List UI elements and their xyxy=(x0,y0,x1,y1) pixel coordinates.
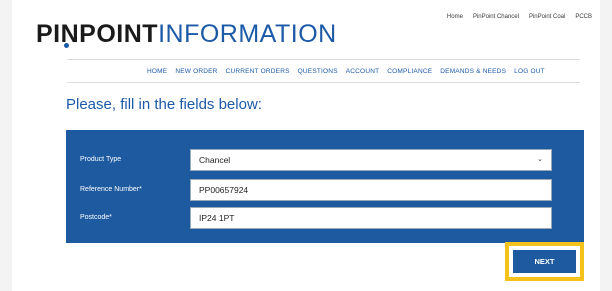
nav-account[interactable]: ACCOUNT xyxy=(346,68,380,75)
logo-text-information: INFORMATION xyxy=(158,20,337,48)
nav-home[interactable]: HOME xyxy=(147,68,167,75)
nav-divider-top xyxy=(67,59,580,60)
top-links: Home PinPoint Chancel PinPoint Coal PCCB xyxy=(447,14,592,20)
postcode-row: Postcode* IP24 1PT xyxy=(66,207,584,231)
logo-text-pinpoint: PINPOINT xyxy=(36,20,159,48)
chevron-down-icon: ⌄ xyxy=(537,156,543,163)
nav-new-order[interactable]: NEW ORDER xyxy=(175,68,217,75)
reference-number-row: Reference Number* PP00657924 xyxy=(66,179,584,203)
product-type-row: Product Type Chancel ⌄ xyxy=(66,149,584,173)
postcode-input[interactable]: IP24 1PT xyxy=(190,207,552,229)
nav-questions[interactable]: QUESTIONS xyxy=(298,68,338,75)
form-heading: Please, fill in the fields below: xyxy=(66,96,262,113)
logo-dot-icon xyxy=(64,43,69,48)
product-type-value: Chancel xyxy=(199,155,231,165)
top-link-home[interactable]: Home xyxy=(447,14,463,20)
site-logo[interactable]: PINPOINTINFORMATION xyxy=(36,20,337,48)
order-form: Product Type Chancel ⌄ Reference Number*… xyxy=(66,130,584,243)
product-type-label: Product Type xyxy=(80,156,122,163)
product-type-select[interactable]: Chancel ⌄ xyxy=(190,149,552,171)
reference-number-input[interactable]: PP00657924 xyxy=(190,179,552,201)
top-link-pinpoint-coal[interactable]: PinPoint Coal xyxy=(529,14,565,20)
next-button[interactable]: NEXT xyxy=(513,250,576,273)
nav-log-out[interactable]: LOG OUT xyxy=(514,68,545,75)
nav-demands-needs[interactable]: DEMANDS & NEEDS xyxy=(440,68,506,75)
main-nav: HOME NEW ORDER CURRENT ORDERS QUESTIONS … xyxy=(147,68,545,75)
next-button-highlight: NEXT xyxy=(505,242,584,281)
nav-divider-bottom xyxy=(67,82,580,83)
top-link-pinpoint-chancel[interactable]: PinPoint Chancel xyxy=(473,14,519,20)
page: PINPOINTINFORMATION Home PinPoint Chance… xyxy=(12,0,600,291)
postcode-label: Postcode* xyxy=(80,214,112,221)
reference-number-label: Reference Number* xyxy=(80,186,142,193)
nav-current-orders[interactable]: CURRENT ORDERS xyxy=(226,68,290,75)
nav-compliance[interactable]: COMPLIANCE xyxy=(387,68,432,75)
top-link-pccb[interactable]: PCCB xyxy=(575,14,592,20)
